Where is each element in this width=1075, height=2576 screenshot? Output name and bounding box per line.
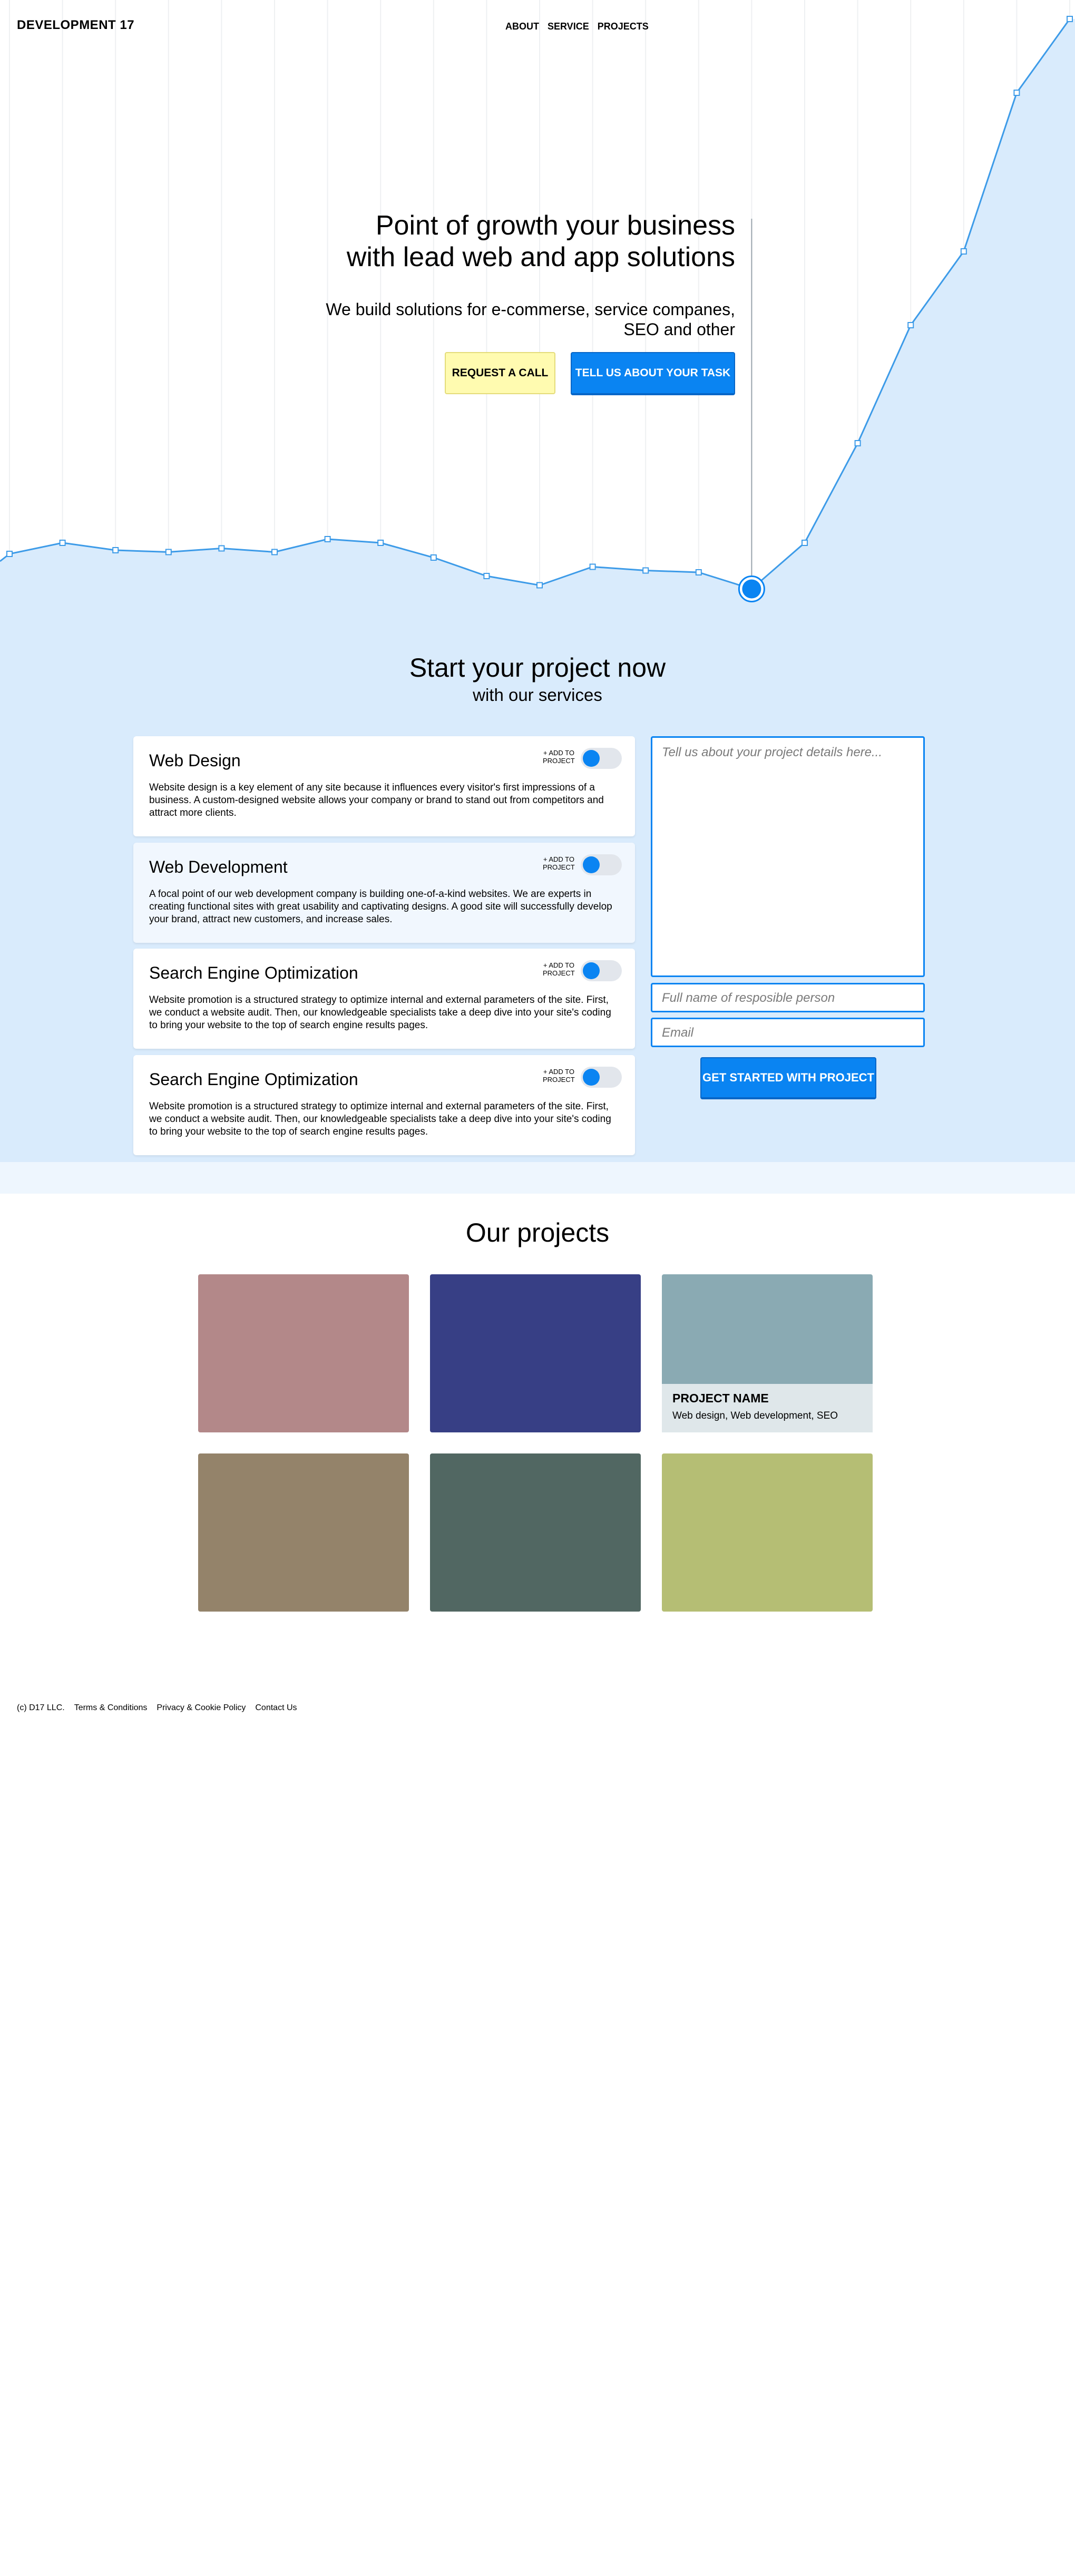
hero-title-line-1: Point of growth your business bbox=[375, 210, 735, 241]
chart-point bbox=[960, 248, 967, 255]
add-to-project-toggle[interactable] bbox=[581, 748, 622, 769]
footer: (c) D17 LLC. Terms & Conditions Privacy … bbox=[17, 1703, 297, 1713]
services-section-bottom-strip bbox=[0, 1162, 1075, 1194]
nav-projects[interactable]: PROJECTS bbox=[598, 21, 649, 32]
services-title: Start your project now bbox=[409, 653, 666, 682]
nav-about[interactable]: ABOUT bbox=[505, 21, 539, 32]
project-tile-2[interactable] bbox=[430, 1274, 641, 1432]
projects-title: Our projects bbox=[465, 1218, 610, 1247]
add-to-project-toggle[interactable] bbox=[581, 1067, 622, 1088]
add-to-project-toggle[interactable] bbox=[581, 854, 622, 875]
add-to-project-label: + ADD TO PROJECT bbox=[543, 855, 575, 871]
service-card-description: Website design is a key element of any s… bbox=[149, 782, 604, 818]
service-card-description: A focal point of our web development com… bbox=[149, 889, 612, 925]
service-card-title: Web Design bbox=[149, 751, 241, 770]
service-card-description: Website promotion is a structured strate… bbox=[149, 1101, 611, 1137]
project-tile-3[interactable] bbox=[662, 1274, 873, 1384]
project-tags: Web design, Web development, SEO bbox=[672, 1410, 838, 1421]
service-card-seo-2: Search Engine Optimization + ADD TO PROJE… bbox=[133, 1055, 635, 1155]
footer-link-privacy[interactable]: Privacy & Cookie Policy bbox=[157, 1703, 246, 1713]
tell-task-button[interactable]: TELL US ABOUT YOUR TASK bbox=[571, 352, 735, 395]
project-tile-6[interactable] bbox=[662, 1453, 873, 1612]
service-card-title: Web Development bbox=[149, 857, 288, 876]
main-nav: ABOUT SERVICE PROJECTS bbox=[505, 21, 649, 32]
footer-copyright: (c) D17 LLC. bbox=[17, 1703, 65, 1712]
toggle-knob bbox=[583, 1069, 600, 1086]
chart-point bbox=[802, 540, 808, 546]
full-name-input[interactable]: Full name of resposible person bbox=[651, 983, 925, 1012]
chart-point bbox=[6, 551, 13, 557]
project-details-textarea[interactable]: Tell us about your project details here.… bbox=[651, 736, 925, 977]
hero-subtitle-line-1: We build solutions for e-commerse, servi… bbox=[326, 300, 735, 319]
chart-point bbox=[907, 322, 914, 328]
chart-point bbox=[430, 554, 437, 561]
chart-highlight-point bbox=[742, 579, 761, 599]
service-card-description: Website promotion is a structured strate… bbox=[149, 994, 611, 1031]
chart-point bbox=[377, 540, 384, 546]
hero-subtitle-line-2: SEO and other bbox=[623, 320, 735, 339]
chart-area-fill bbox=[0, 19, 1075, 680]
footer-link-terms[interactable]: Terms & Conditions bbox=[74, 1703, 148, 1713]
brand-logo[interactable]: DEVELOPMENT 17 bbox=[17, 18, 134, 33]
project-tile-1[interactable] bbox=[198, 1274, 409, 1432]
chart-point bbox=[165, 549, 172, 555]
hero-subtitle: We build solutions for e-commerse, servi… bbox=[261, 299, 735, 339]
get-started-button[interactable]: GET STARTED WITH PROJECT bbox=[700, 1057, 876, 1099]
hero-title: Point of growth your business with lead … bbox=[261, 210, 735, 273]
project-tile-4[interactable] bbox=[198, 1453, 409, 1612]
service-card-web-design: Web Design + ADD TO PROJECT Website desig… bbox=[133, 736, 635, 836]
email-input[interactable]: Email bbox=[651, 1018, 925, 1047]
nav-service[interactable]: SERVICE bbox=[548, 21, 589, 32]
chart-point bbox=[218, 545, 225, 552]
chart-point bbox=[112, 547, 119, 553]
chart-point bbox=[59, 540, 66, 546]
chart-point bbox=[324, 536, 331, 542]
hero-growth-chart bbox=[0, 0, 1075, 680]
chart-point bbox=[271, 549, 278, 555]
toggle-knob bbox=[583, 750, 600, 767]
chart-point bbox=[854, 440, 861, 446]
chart-point bbox=[642, 567, 649, 574]
add-to-project-label: + ADD TO PROJECT bbox=[543, 1068, 575, 1084]
add-to-project-label: + ADD TO PROJECT bbox=[543, 749, 575, 765]
project-tile-5[interactable] bbox=[430, 1453, 641, 1612]
services-subtitle: with our services bbox=[473, 685, 602, 705]
service-card-title: Search Engine Optimization bbox=[149, 963, 358, 982]
chart-point bbox=[1067, 16, 1073, 22]
toggle-knob bbox=[583, 856, 600, 873]
project-name: PROJECT NAME bbox=[672, 1391, 769, 1405]
footer-link-contact[interactable]: Contact Us bbox=[255, 1703, 297, 1713]
toggle-knob bbox=[583, 962, 600, 979]
hero-title-line-2: with lead web and app solutions bbox=[346, 242, 735, 272]
project-tile-3-info[interactable]: PROJECT NAME Web design, Web development… bbox=[662, 1384, 873, 1432]
request-call-button[interactable]: REQUEST A CALL bbox=[445, 352, 555, 394]
hero-text: Point of growth your business with lead … bbox=[261, 210, 735, 339]
service-card-seo: Search Engine Optimization + ADD TO PROJE… bbox=[133, 949, 635, 1049]
service-card-web-development: Web Development + ADD TO PROJECT A focal … bbox=[133, 843, 635, 943]
service-card-title: Search Engine Optimization bbox=[149, 1070, 358, 1089]
chart-point bbox=[1013, 90, 1020, 96]
chart-point bbox=[483, 573, 490, 579]
add-to-project-toggle[interactable] bbox=[581, 960, 622, 981]
chart-point bbox=[695, 569, 702, 575]
chart-point bbox=[536, 582, 543, 589]
add-to-project-label: + ADD TO PROJECT bbox=[543, 961, 575, 977]
chart-point bbox=[589, 563, 596, 570]
